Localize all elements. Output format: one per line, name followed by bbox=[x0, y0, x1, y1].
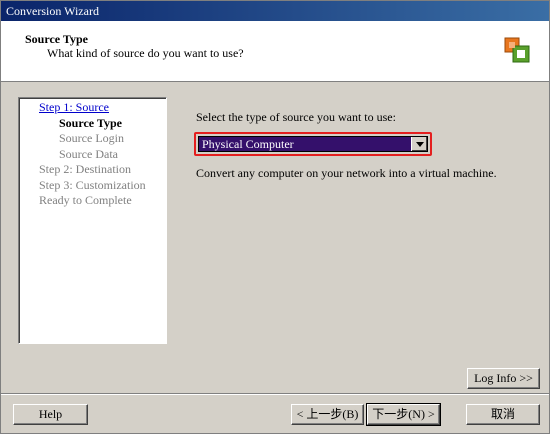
wizard-header: Source Type What kind of source do you w… bbox=[1, 21, 549, 82]
title-bar[interactable]: Conversion Wizard bbox=[1, 1, 549, 21]
source-type-highlight: Physical Computer bbox=[194, 132, 432, 156]
help-button[interactable]: Help bbox=[13, 404, 88, 425]
step-source-type: Source Type bbox=[59, 116, 123, 130]
step-destination: Step 2: Destination bbox=[39, 162, 131, 176]
source-type-description: Convert any computer on your network int… bbox=[196, 166, 497, 180]
source-type-select[interactable]: Physical Computer bbox=[198, 136, 428, 152]
chevron-down-icon bbox=[415, 141, 424, 147]
step-source-data: Source Data bbox=[59, 147, 118, 161]
converter-logo-icon bbox=[504, 37, 530, 63]
wizard-window: Conversion Wizard Source Type What kind … bbox=[0, 0, 550, 434]
log-info-button[interactable]: Log Info >> bbox=[467, 368, 540, 389]
step-source-login: Source Login bbox=[59, 131, 124, 145]
window-title: Conversion Wizard bbox=[6, 4, 99, 18]
cancel-button[interactable]: 取消 bbox=[466, 404, 540, 425]
dropdown-button[interactable] bbox=[411, 137, 427, 151]
step-ready-to-complete: Ready to Complete bbox=[39, 193, 132, 207]
page-title: Source Type bbox=[25, 32, 89, 46]
next-button[interactable]: 下一步(N) > bbox=[366, 403, 441, 426]
source-type-value: Physical Computer bbox=[202, 137, 294, 151]
wizard-body: Step 1: Source Source Type Source Login … bbox=[1, 82, 549, 393]
back-button[interactable]: < 上一步(B) bbox=[291, 404, 364, 425]
steps-panel: Step 1: Source Source Type Source Login … bbox=[18, 97, 167, 344]
step-source-link[interactable]: Step 1: Source bbox=[39, 100, 109, 115]
step-customization: Step 3: Customization bbox=[39, 178, 146, 192]
source-type-prompt: Select the type of source you want to us… bbox=[196, 110, 396, 124]
page-subtitle: What kind of source do you want to use? bbox=[47, 46, 244, 60]
wizard-footer: Help < 上一步(B) 下一步(N) > 取消 bbox=[1, 395, 549, 433]
